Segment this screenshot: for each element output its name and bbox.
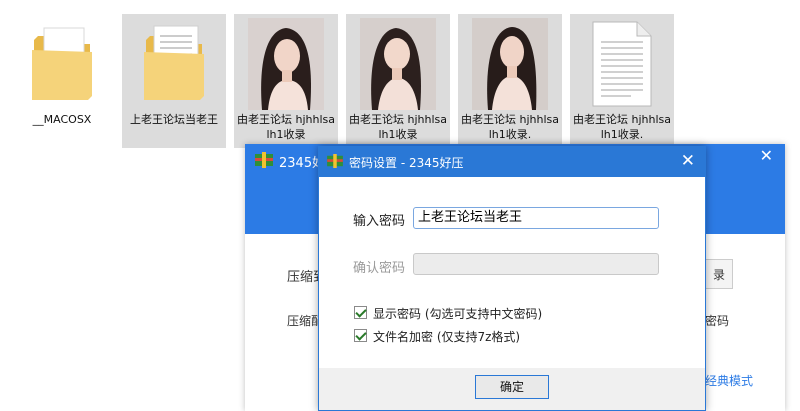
ok-button[interactable]: 确定 [475,375,549,399]
photo-thumbnail-icon [248,18,324,110]
file-item-image-1[interactable]: 由老王论坛 hjhhlsalh1收录 [234,14,338,148]
show-password-checkbox[interactable] [354,306,367,319]
file-label: 上老王论坛当老王 [130,113,218,126]
archive-app-icon [255,152,273,168]
file-item-folder[interactable]: 上老王论坛当老王 [122,14,226,148]
file-item-image-3[interactable]: 由老王论坛 hjhhlsalh1收录. [458,14,562,148]
file-label: 由老王论坛 hjhhlsalh1收录. [461,113,559,141]
photo-thumbnail-icon [360,18,436,110]
close-icon[interactable]: ✕ [681,151,695,171]
encrypt-filenames-label: 文件名加密 (仅支持7z格式) [373,330,521,344]
file-item-macosx[interactable]: __MACOSX [10,14,114,148]
show-password-label: 显示密码 (勾选可支持中文密码) [373,307,543,321]
dialog-titlebar[interactable]: 密码设置 - 2345好压 ✕ [319,147,705,177]
classic-mode-link[interactable]: 经典模式 [705,372,753,389]
file-item-document[interactable]: 由老王论坛 hjhhlsalh1收录. [570,14,674,148]
browse-button[interactable]: 录 [705,259,733,289]
password-input[interactable]: 上老王论坛当老王 [413,207,659,229]
file-item-image-2[interactable]: 由老王论坛 hjhhlsalh1收录 [346,14,450,148]
folder-icon [144,25,204,100]
file-label: 由老王论坛 hjhhlsalh1收录 [237,113,335,141]
encrypt-filenames-checkbox[interactable] [354,329,367,342]
dialog-title: 密码设置 - 2345好压 [349,156,464,170]
file-label: 由老王论坛 hjhhlsalh1收录. [573,113,671,141]
folder-icon [32,27,92,100]
photo-thumbnail-icon [472,18,548,110]
close-icon[interactable]: ✕ [760,146,773,165]
password-label: 输入密码 [353,214,406,229]
confirm-password-input[interactable] [413,253,659,275]
password-settings-dialog: 密码设置 - 2345好压 ✕ 输入密码 上老王论坛当老王 确认密码 显示密码 … [318,146,706,411]
password-link-fragment[interactable]: 密码 [705,312,729,329]
file-label: __MACOSX [32,113,92,126]
file-label: 由老王论坛 hjhhlsalh1收录 [349,113,447,141]
confirm-password-label: 确认密码 [353,261,406,276]
archive-app-icon [327,154,343,168]
text-document-icon [592,21,652,107]
